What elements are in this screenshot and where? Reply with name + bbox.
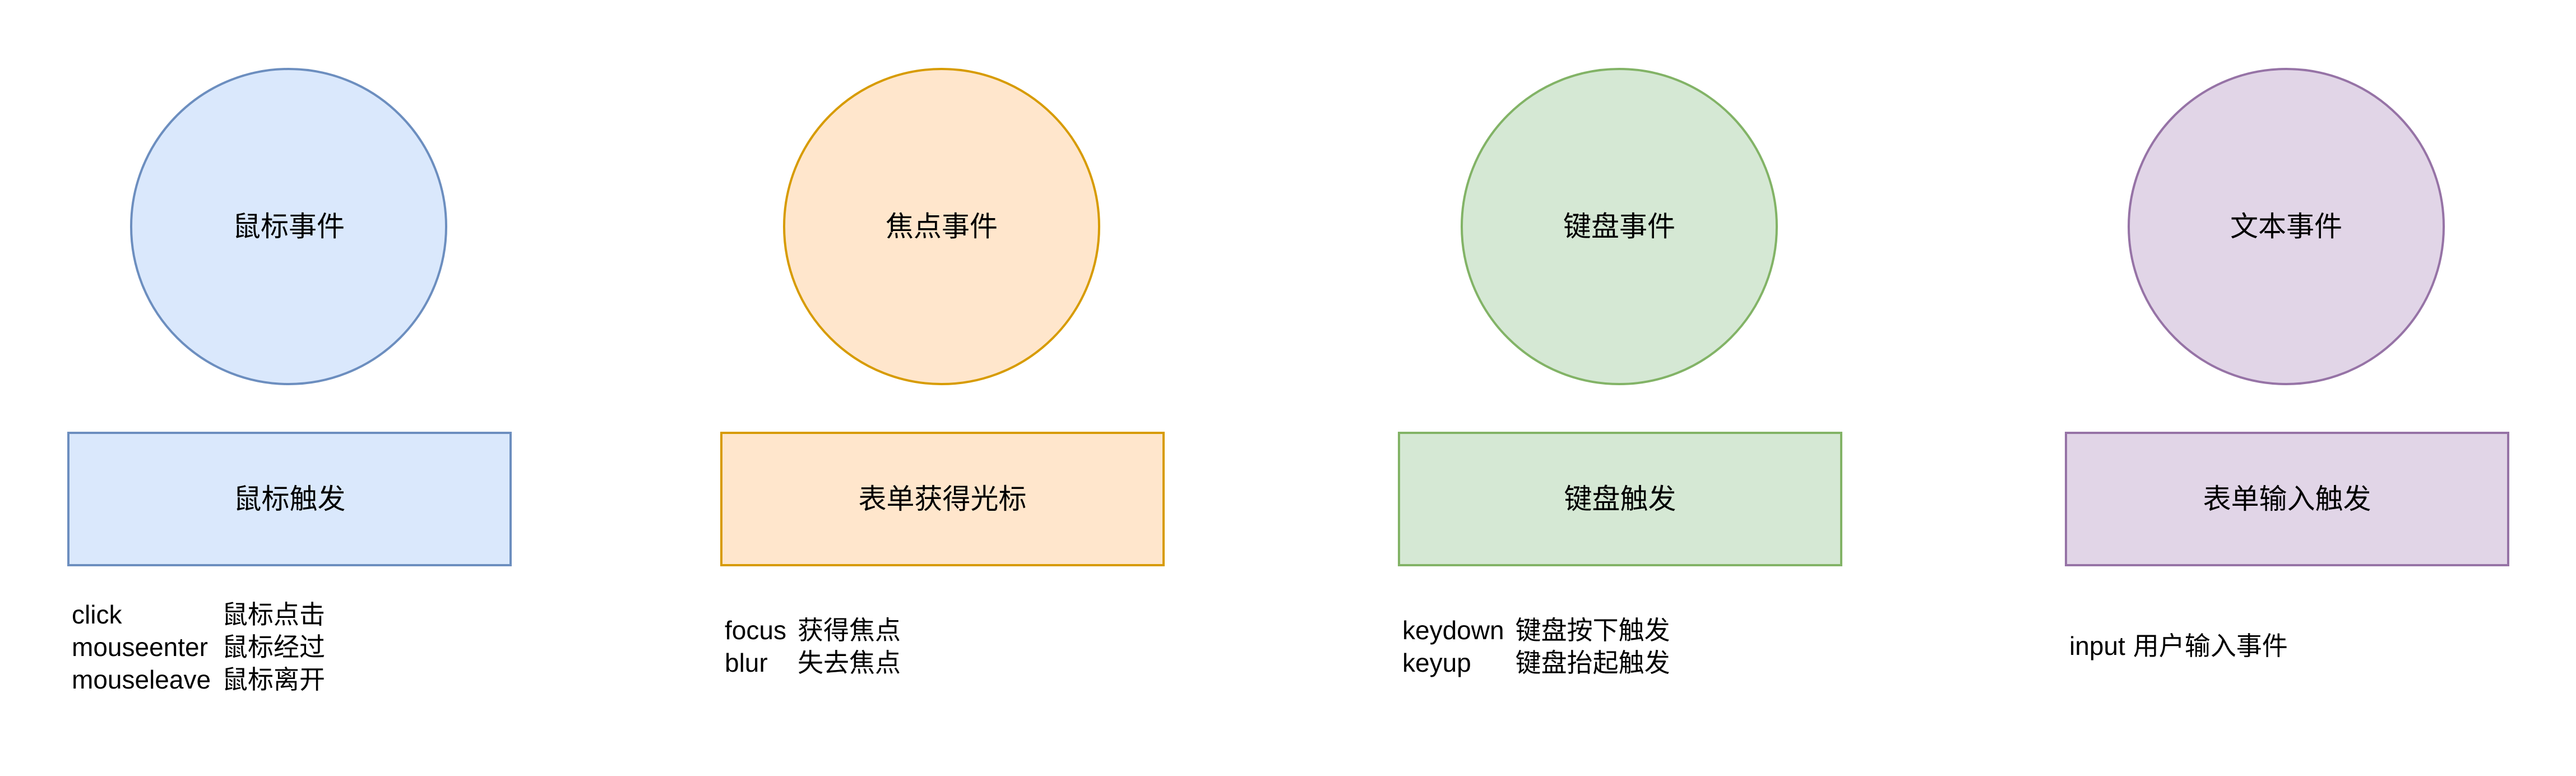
event-list: keydown 键盘按下触发 keyup 键盘抬起触发 bbox=[1402, 615, 1670, 678]
box-label: 键盘触发 bbox=[1564, 483, 1676, 515]
circle-keyboard-events: 键盘事件 bbox=[1461, 68, 1778, 385]
event-name: keyup bbox=[1402, 648, 1471, 677]
box-form-cursor: 表单获得光标 bbox=[720, 432, 1165, 566]
event-name: focus bbox=[725, 616, 786, 645]
event-name: mouseleave bbox=[72, 665, 211, 694]
event-list: click 鼠标点击 mouseenter 鼠标经过 mouseleave 鼠标… bbox=[72, 599, 325, 695]
group-text-events: 文本事件 表单输入触发 input 用户输入事件 bbox=[2065, 0, 2513, 776]
event-list: input 用户输入事件 bbox=[2069, 630, 2288, 662]
event-desc: 鼠标经过 bbox=[222, 632, 326, 662]
box-keyboard-trigger: 键盘触发 bbox=[1398, 432, 1842, 566]
circle-mouse-events: 鼠标事件 bbox=[130, 68, 447, 385]
group-focus-events: 焦点事件 表单获得光标 focus 获得焦点 blur 失去焦点 bbox=[720, 0, 1169, 776]
box-label: 表单输入触发 bbox=[2203, 483, 2371, 515]
box-label: 表单获得光标 bbox=[858, 483, 1027, 515]
event-name: input bbox=[2069, 631, 2125, 660]
group-keyboard-events: 键盘事件 键盘触发 keydown 键盘按下触发 keyup 键盘抬起触发 bbox=[1398, 0, 1846, 776]
event-desc: 用户输入事件 bbox=[2133, 631, 2288, 660]
box-label: 鼠标触发 bbox=[233, 483, 346, 515]
event-name: mouseenter bbox=[72, 632, 208, 662]
circle-label: 焦点事件 bbox=[886, 211, 998, 242]
box-form-input-trigger: 表单输入触发 bbox=[2065, 432, 2509, 566]
event-list: focus 获得焦点 blur 失去焦点 bbox=[725, 615, 901, 678]
group-mouse-events: 鼠标事件 鼠标触发 click 鼠标点击 mouseenter 鼠标经过 mou… bbox=[67, 0, 516, 776]
circle-label: 键盘事件 bbox=[1563, 211, 1675, 242]
event-desc: 键盘抬起触发 bbox=[1515, 648, 1670, 677]
circle-focus-events: 焦点事件 bbox=[783, 68, 1100, 385]
event-desc: 键盘按下触发 bbox=[1515, 616, 1670, 645]
circle-label: 文本事件 bbox=[2230, 211, 2342, 242]
box-mouse-trigger: 鼠标触发 bbox=[67, 432, 512, 566]
event-name: click bbox=[72, 600, 122, 629]
event-desc: 鼠标离开 bbox=[222, 665, 326, 694]
event-desc: 鼠标点击 bbox=[222, 600, 326, 629]
diagram-canvas: 鼠标事件 鼠标触发 click 鼠标点击 mouseenter 鼠标经过 mou… bbox=[0, 0, 2576, 776]
event-name: blur bbox=[725, 648, 768, 677]
event-name: keydown bbox=[1402, 616, 1504, 645]
event-desc: 获得焦点 bbox=[797, 616, 901, 645]
event-desc: 失去焦点 bbox=[797, 648, 901, 677]
circle-label: 鼠标事件 bbox=[233, 211, 345, 242]
circle-text-events: 文本事件 bbox=[2128, 68, 2445, 385]
